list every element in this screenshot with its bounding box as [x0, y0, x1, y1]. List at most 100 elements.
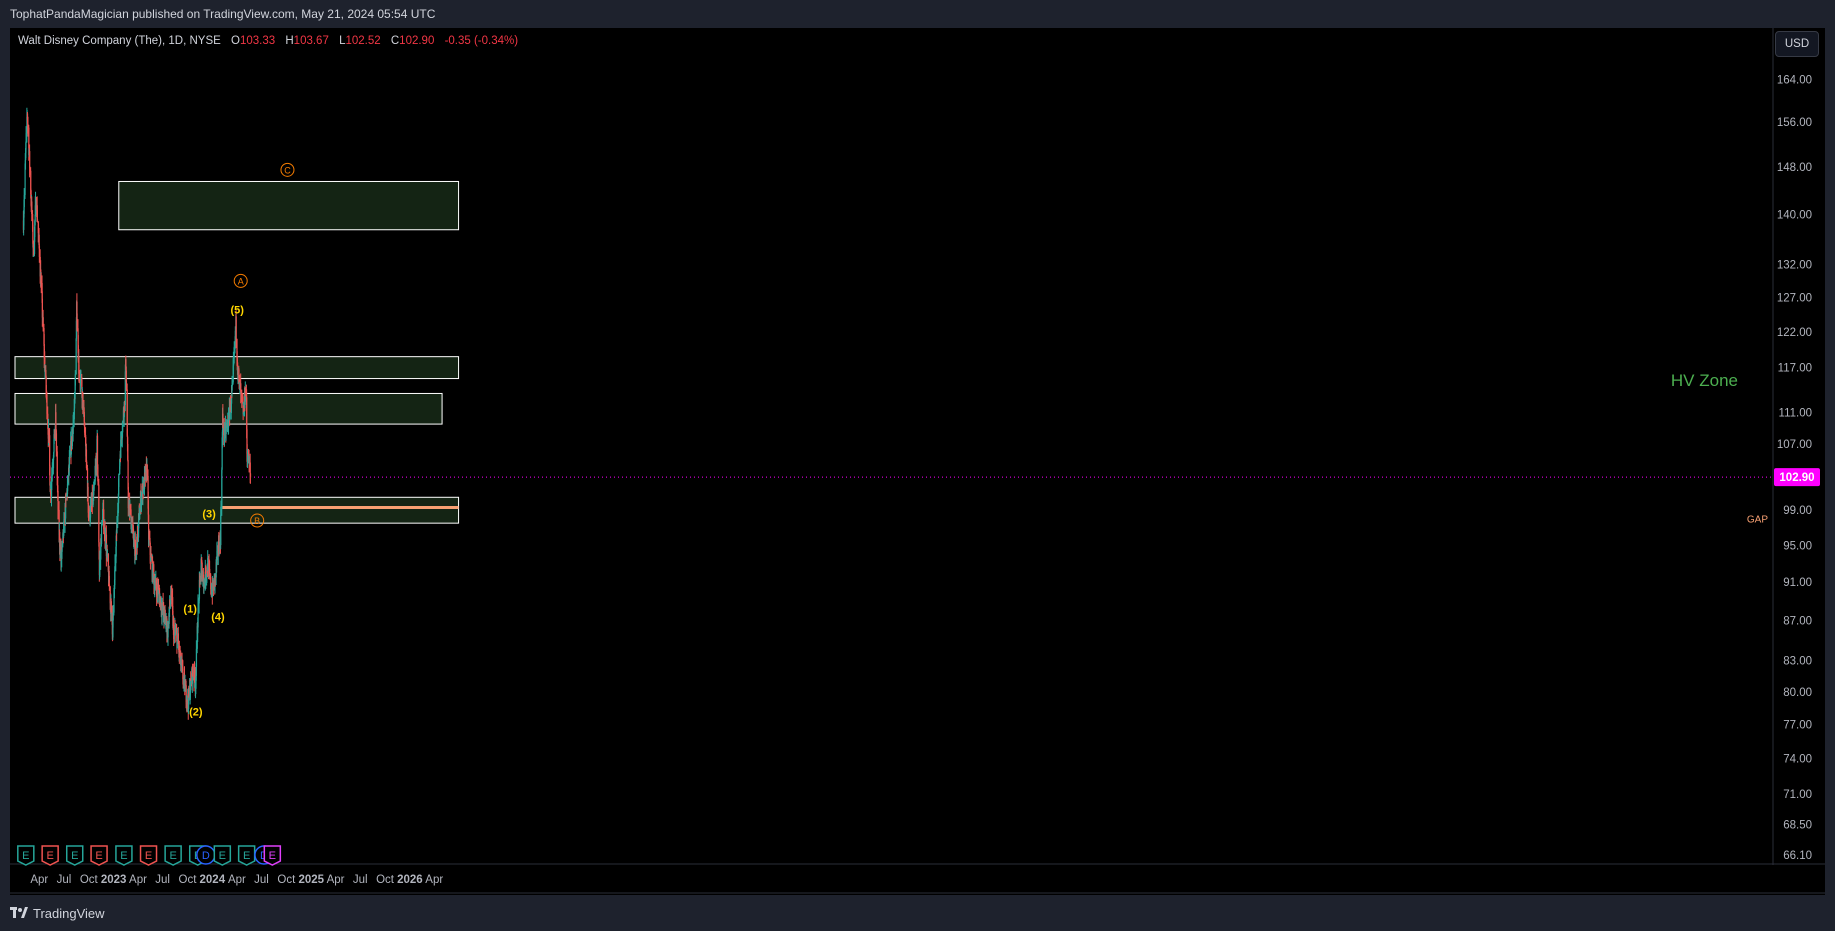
open-label: O	[231, 35, 240, 47]
candle-body	[24, 165, 26, 196]
price-axis-tick: 95.00	[1783, 540, 1812, 552]
price-axis-tick: 127.00	[1777, 293, 1812, 305]
time-axis-tick: Oct	[179, 874, 198, 886]
time-axis-tick: Oct	[376, 874, 395, 886]
event-marker-letter: E	[71, 850, 78, 862]
price-axis-tick: 91.00	[1783, 577, 1812, 589]
gap-label: GAP	[1747, 515, 1768, 526]
candle-body	[118, 474, 120, 488]
symbol-name: Walt Disney Company (The), 1D, NYSE	[18, 35, 221, 47]
candle-body	[85, 449, 88, 462]
price-axis-tick: 156.00	[1777, 117, 1812, 129]
price-axis-tick: 68.50	[1783, 819, 1812, 831]
price-axis-tick: 148.00	[1777, 162, 1812, 174]
wave-label-minor: (2)	[189, 706, 203, 718]
time-axis-tick: Apr	[425, 874, 443, 886]
wave-label-major: A	[238, 276, 244, 286]
chart-canvas[interactable]: 164.00 156.00 148.00 140.00 132.00 127.00 122.…	[0, 0, 1835, 895]
candle-body	[49, 435, 51, 467]
currency-button[interactable]: USD	[1775, 31, 1819, 57]
candle-body	[200, 565, 202, 582]
price-axis-tick: 117.00	[1778, 363, 1812, 375]
event-marker-letter: E	[120, 850, 127, 862]
candle-body	[110, 601, 112, 606]
candle-body	[224, 425, 226, 439]
event-marker-letter: E	[46, 850, 53, 862]
hv-zone-box[interactable]	[118, 180, 460, 231]
price-axis-tick: 140.00	[1777, 209, 1812, 221]
time-axis-tick: Jul	[254, 874, 269, 886]
close-label: C	[390, 35, 400, 47]
candle-body	[87, 502, 89, 513]
price-axis-tick: 77.00	[1783, 720, 1812, 732]
price-axis-tick: 83.00	[1783, 656, 1812, 668]
high-label: H	[285, 35, 294, 47]
candle-body	[82, 391, 84, 394]
price-axis-tick: 71.00	[1783, 789, 1812, 801]
candle-body	[29, 151, 31, 168]
candle-body	[235, 316, 237, 339]
last-price-tag-value: 102.90	[1779, 472, 1814, 484]
candle-body	[231, 385, 233, 391]
price-axis-tick: 66.10	[1783, 850, 1812, 862]
price-axis-tick: 132.00	[1777, 260, 1812, 272]
wave-label-minor: (4)	[211, 611, 225, 623]
candle-body	[199, 575, 201, 578]
time-axis-tick: Oct	[277, 874, 296, 886]
open-value: 103.33	[239, 35, 276, 47]
candle-body	[221, 469, 223, 510]
candle-body	[96, 435, 99, 465]
footer: TradingView	[0, 895, 1835, 931]
price-axis-tick: 80.00	[1783, 687, 1812, 699]
candle-body	[249, 462, 251, 474]
wave-label-minor: (3)	[202, 509, 216, 521]
time-axis-tick: Apr	[228, 874, 246, 886]
candle-body	[75, 338, 77, 375]
price-axis-tick: 107.00	[1777, 439, 1812, 451]
tradingview-logo[interactable]: TradingView	[10, 906, 105, 921]
high-value: 103.67	[293, 35, 329, 47]
time-axis-tick: 2023	[101, 874, 127, 886]
price-axis-tick: 87.00	[1783, 615, 1812, 627]
hv-zone-label: HV Zone	[1671, 371, 1738, 390]
price-axis-tick: 111.00	[1779, 407, 1812, 419]
candle-body	[246, 397, 248, 430]
time-axis-tick: Oct	[80, 874, 99, 886]
symbol-legend: Walt Disney Company (The), 1D, NYSE O103…	[18, 35, 518, 47]
candle-body	[125, 359, 127, 367]
plot-area[interactable]	[10, 28, 1772, 865]
price-axis-tick: 99.00	[1783, 505, 1812, 517]
event-marker-letter: E	[169, 850, 176, 862]
time-axis-tick: Apr	[327, 874, 345, 886]
change-value: -0.35 (-0.34%)	[444, 35, 519, 47]
time-axis-tick: Apr	[30, 874, 48, 886]
wave-label-major: C	[284, 165, 291, 175]
candle-body	[74, 374, 76, 386]
time-axis-tick: 2025	[298, 874, 324, 886]
candle-body	[100, 524, 103, 545]
event-marker-letter: E	[269, 850, 276, 862]
candle-body	[63, 523, 65, 536]
candle-body	[220, 515, 222, 546]
candle-body	[98, 484, 100, 543]
candle-body	[89, 505, 92, 518]
candle-body	[87, 486, 89, 503]
tradingview-brand: TradingView	[33, 905, 105, 921]
time-axis-tick: Jul	[57, 874, 72, 886]
low-value: 102.52	[345, 35, 381, 47]
event-marker-letter: E	[219, 850, 226, 862]
candle-body	[221, 445, 223, 470]
price-axis-tick: 122.00	[1777, 327, 1812, 339]
event-marker-letter: E	[243, 850, 250, 862]
time-axis-tick: 2026	[397, 874, 423, 886]
candle-body	[139, 514, 141, 520]
event-marker-letter: D	[202, 850, 210, 862]
wave-label-minor: (1)	[183, 604, 197, 616]
price-axis-tick: 164.00	[1777, 74, 1812, 86]
tradingview-logo-icon	[10, 907, 28, 918]
candle-body	[126, 389, 128, 436]
event-marker-letter: E	[145, 850, 152, 862]
candle-body	[249, 473, 252, 478]
time-axis-tick: Jul	[353, 874, 368, 886]
hv-zone-box[interactable]	[14, 496, 460, 524]
